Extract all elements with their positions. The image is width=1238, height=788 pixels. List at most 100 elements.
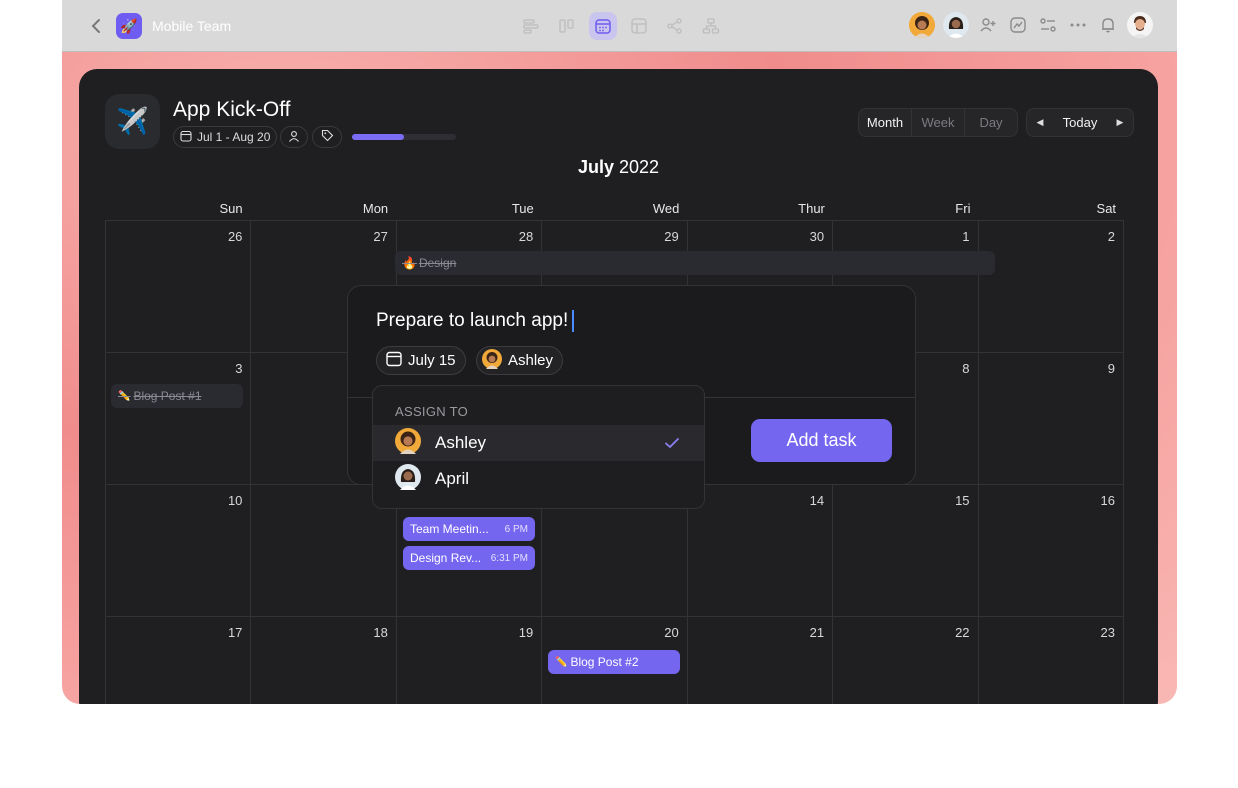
project-title[interactable]: App Kick-Off	[173, 98, 291, 122]
weekday-label: Mon	[362, 201, 389, 216]
day-cell[interactable]: 10	[105, 485, 250, 616]
day-number: 30	[809, 229, 825, 244]
day-cell[interactable]: 3	[105, 353, 250, 484]
event-time: 6 PM	[504, 523, 528, 535]
more-icon[interactable]	[1067, 14, 1089, 36]
date-range-chip[interactable]: Jul 1 - Aug 20	[173, 126, 278, 148]
calendar-icon[interactable]	[589, 12, 617, 40]
top-bar: 🚀 Mobile Team	[62, 0, 1177, 52]
day-number: 26	[227, 229, 243, 244]
due-date-chip[interactable]: July 15	[376, 346, 466, 375]
assignee-option-ashley[interactable]: Ashley	[373, 425, 704, 461]
day-cell[interactable]: 19	[395, 617, 541, 704]
tag-chip[interactable]	[312, 126, 342, 148]
weekday-label: Wed	[652, 201, 680, 216]
day-number: 21	[809, 625, 825, 640]
user-icon	[288, 130, 300, 145]
day-cell[interactable]: 2	[977, 221, 1124, 352]
view-mode-switch: Month Week Day	[858, 108, 1018, 137]
day-cell[interactable]: 16	[977, 485, 1124, 616]
day-number: 3	[235, 361, 243, 376]
calendar-small-icon	[180, 130, 192, 145]
table-icon[interactable]	[625, 12, 653, 40]
assignee-option-april[interactable]: April	[373, 461, 704, 497]
project-progress-bar	[352, 134, 456, 140]
day-number: 28	[518, 229, 534, 244]
date-navigation: ◀ Today ▶	[1026, 108, 1134, 137]
rocket-icon[interactable]: 🚀	[116, 13, 142, 39]
month-title: July 2022	[79, 157, 1158, 178]
day-number: 1	[962, 229, 970, 244]
day-view-button[interactable]: Day	[965, 109, 1017, 136]
hierarchy-icon[interactable]	[697, 12, 725, 40]
day-cell[interactable]: 22	[832, 617, 977, 704]
assignee-name: Ashley	[508, 352, 554, 369]
weekday-label: Sat	[1096, 201, 1117, 216]
task-title-input[interactable]: Prepare to launch app!	[376, 310, 575, 332]
add-user-icon[interactable]	[977, 14, 999, 36]
task-title-text: Prepare to launch app!	[376, 310, 569, 332]
avatar-2[interactable]	[943, 12, 969, 38]
day-number: 18	[373, 625, 388, 640]
top-right-toolbar	[909, 12, 1153, 38]
timeline-icon[interactable]	[517, 12, 545, 40]
next-arrow-icon[interactable]: ▶	[1107, 117, 1133, 128]
back-icon[interactable]	[90, 16, 104, 36]
day-number: 17	[227, 625, 243, 640]
day-cell[interactable]: 17	[105, 617, 250, 704]
profile-avatar[interactable]	[1127, 12, 1153, 38]
analytics-icon[interactable]	[1007, 14, 1029, 36]
avatar-1[interactable]	[909, 12, 935, 38]
board-icon[interactable]	[553, 12, 581, 40]
day-cell[interactable]: 23	[977, 617, 1124, 704]
ashley-avatar	[482, 348, 502, 373]
progress-fill	[352, 134, 404, 140]
event-blog-post-2[interactable]: ✏️ Blog Post #2	[548, 650, 680, 674]
day-cell[interactable]: 21	[686, 617, 832, 704]
weekday-label: Fri	[955, 201, 971, 216]
pencil-icon: ✏️	[118, 390, 131, 402]
day-number: 15	[955, 493, 970, 508]
event-design[interactable]: 🔥 Design	[395, 251, 995, 275]
weekday-header: Sun Mon Tue Wed Thur Fri Sat	[105, 197, 1124, 221]
year: 2022	[619, 157, 660, 177]
weekday-label: Sun	[219, 201, 243, 216]
event-design-review[interactable]: Design Rev... 6:31 PM	[403, 546, 535, 570]
fire-icon: 🔥	[402, 256, 417, 270]
event-label: Blog Post #1	[133, 389, 202, 403]
event-label: Blog Post #2	[570, 655, 639, 669]
day-cell[interactable]: 14	[686, 485, 832, 616]
day-cell[interactable]: 26	[105, 221, 250, 352]
due-date-text: July 15	[408, 352, 456, 369]
day-number: 10	[227, 493, 243, 508]
view-switcher	[517, 12, 725, 40]
settings-sliders-icon[interactable]	[1037, 14, 1059, 36]
assignee-select-chip[interactable]: Ashley	[476, 346, 564, 375]
previous-arrow-icon[interactable]: ◀	[1027, 117, 1053, 128]
today-button[interactable]: Today	[1053, 115, 1107, 130]
week-view-button[interactable]: Week	[912, 109, 965, 136]
add-task-button[interactable]: Add task	[751, 419, 892, 462]
team-name[interactable]: Mobile Team	[152, 18, 231, 34]
assignee-chip[interactable]	[280, 126, 308, 148]
day-number: 27	[373, 229, 388, 244]
event-blog-post-1[interactable]: ✏️ Blog Post #1	[111, 384, 243, 408]
day-number: 2	[1107, 229, 1115, 244]
day-number: 29	[664, 229, 679, 244]
day-number: 23	[1100, 625, 1115, 640]
day-cell[interactable]: 15	[832, 485, 977, 616]
month-view-button[interactable]: Month	[859, 109, 912, 136]
bell-icon[interactable]	[1097, 14, 1119, 36]
tag-icon	[321, 129, 334, 145]
text-cursor	[572, 310, 575, 332]
weekday-label: Tue	[511, 201, 534, 216]
airplane-icon: ✈️	[105, 94, 160, 149]
day-number: 9	[1107, 361, 1115, 376]
day-cell[interactable]: 9	[977, 353, 1124, 484]
option-label: April	[435, 469, 470, 488]
check-icon	[664, 435, 680, 456]
day-cell[interactable]: 18	[250, 617, 395, 704]
graph-icon[interactable]	[661, 12, 689, 40]
event-label: Design Rev...	[410, 551, 482, 565]
event-team-meeting[interactable]: Team Meetin... 6 PM	[403, 517, 535, 541]
